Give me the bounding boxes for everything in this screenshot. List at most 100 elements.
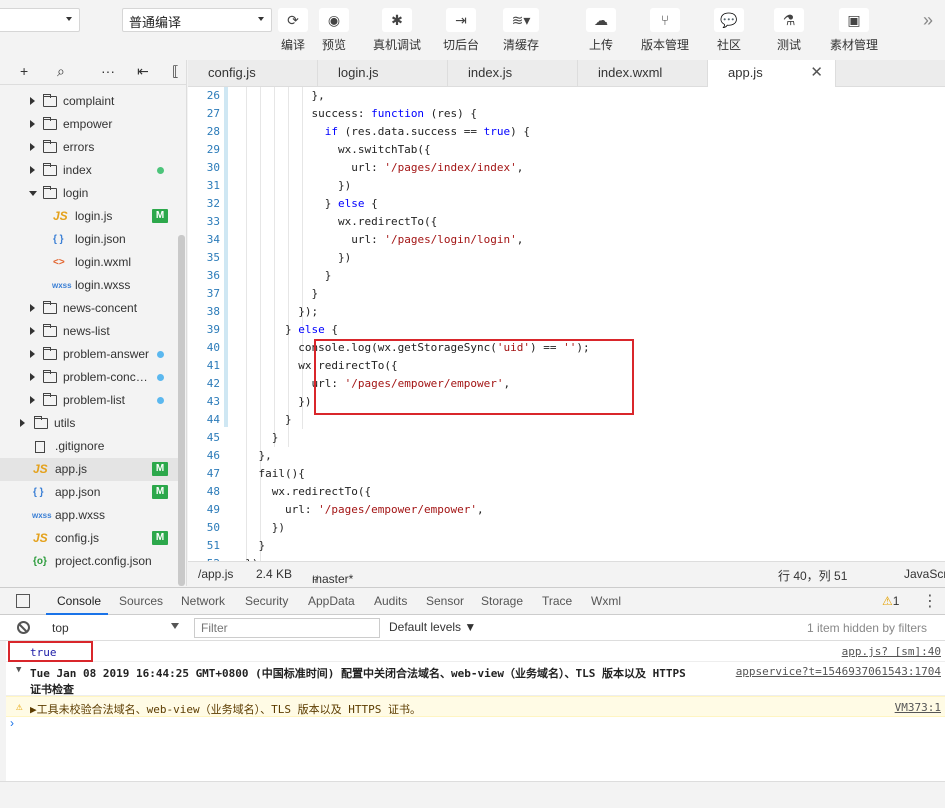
console-warning-line[interactable]: ⚠ ▶工具未校验合法域名、web-view（业务域名）、TLS 版本以及 HTT… [6,696,945,717]
tree-folder-problem-concent[interactable]: problem-conc… [0,366,178,389]
tab-label: app.js [728,65,763,80]
context-select[interactable]: top [52,621,69,635]
tree-item-label: problem-conc… [63,370,148,384]
tree-folder-problem-answer[interactable]: problem-answer [0,343,178,366]
tree-item-label: app.wxss [55,508,106,522]
tab-storage[interactable]: Storage [481,594,523,608]
tab-label: index.wxml [598,65,663,80]
modified-badge: M [152,462,168,476]
console-prompt[interactable]: › [10,716,14,730]
clear-cache-button[interactable]: ≋▾ 清缓存 [491,6,551,54]
tree-folder-login[interactable]: login [0,182,178,205]
source-link[interactable]: VM373:1 [895,701,941,714]
collapse-all-icon[interactable]: ⇤ [137,63,149,80]
tree-folder-errors[interactable]: errors [0,136,178,159]
tab-app-js[interactable]: app.js ✕ [708,60,836,88]
tree-item-label: login.wxss [75,278,131,292]
tree-file-app-wxss[interactable]: wxss app.wxss [0,504,178,527]
tree-item-label: news-list [63,324,110,338]
expand-arrow-icon [30,304,35,312]
group-toggle-icon[interactable]: ▼ [16,665,21,675]
tab-sources[interactable]: Sources [119,594,163,608]
clear-console-icon[interactable] [17,621,30,634]
tree-folder-problem-list[interactable]: problem-list [0,389,178,412]
tab-index-js[interactable]: index.js [448,60,578,87]
expand-arrow-icon [30,143,35,151]
console-log-line: true app.js? [sm]:40 [6,641,945,662]
line-number: 39 [206,323,220,336]
console-filter-input[interactable] [194,618,380,638]
folder-icon [43,163,57,176]
tab-sensor[interactable]: Sensor [426,594,464,608]
tab-login-js[interactable]: login.js [318,60,448,87]
tab-trace[interactable]: Trace [542,594,572,608]
tree-file-config-js[interactable]: JS config.js M [0,527,178,550]
preview-button[interactable]: ◉ 预览 [304,6,364,54]
close-icon[interactable]: ✕ [810,60,823,86]
tab-console[interactable]: Console [57,594,101,608]
version-management-button[interactable]: ⑂ 版本管理 [635,6,695,54]
more-chevron-icon[interactable]: » [923,10,933,31]
tab-label: config.js [208,65,256,80]
tree-file-login-wxss[interactable]: wxss login.wxss [0,274,178,297]
add-file-icon[interactable]: + [20,63,28,79]
code-line: }) [232,251,352,264]
expand-arrow-icon [30,350,35,358]
tree-item-label: utils [54,416,76,430]
tab-security[interactable]: Security [245,594,288,608]
editor-tabs: config.js login.js index.js index.wxml a… [188,60,945,88]
source-link[interactable]: app.js? [sm]:40 [842,645,941,658]
cursor-position[interactable]: 行 40，列 51 [778,567,847,584]
tree-item-label: .gitignore [55,439,105,453]
tree-folder-index[interactable]: index [0,159,178,182]
test-button[interactable]: ⚗ 测试 [759,6,819,54]
layers-icon: ≋▾ [503,8,539,32]
tree-file-app-js[interactable]: JS app.js M [0,458,178,481]
tree-file-login-wxml[interactable]: <> login.wxml [0,251,178,274]
line-number: 41 [206,359,220,372]
tab-network[interactable]: Network [181,594,225,608]
upload-button[interactable]: ☁ 上传 [571,6,631,54]
tab-appdata[interactable]: AppData [308,594,355,608]
warning-counter[interactable]: ⚠1 [882,594,899,608]
log-levels-select[interactable]: Default levels ▼ [389,620,476,634]
more-icon[interactable]: ··· [101,63,115,79]
devtools-tabs: Console Sources Network Security AppData… [0,587,945,615]
tab-config-js[interactable]: config.js [188,60,318,87]
console-group-line[interactable]: ▼ Tue Jan 08 2019 16:44:25 GMT+0800 (中国标… [6,662,945,696]
language-mode[interactable]: JavaScript [904,567,945,581]
material-management-button[interactable]: ▣ 素材管理 [824,6,884,54]
file-tree-scrollbar[interactable] [178,235,185,586]
tree-folder-news-list[interactable]: news-list [0,320,178,343]
tree-folder-news-concent[interactable]: news-concent [0,297,178,320]
tree-folder-empower[interactable]: empower [0,113,178,136]
line-number: 51 [206,539,220,552]
compile-mode-select[interactable]: 普通编译 [122,8,272,32]
line-number: 29 [206,143,220,156]
tree-file-gitignore[interactable]: .gitignore [0,435,178,458]
mode-select[interactable] [0,8,80,32]
tab-audits[interactable]: Audits [374,594,407,608]
tree-file-app-json[interactable]: { } app.json M [0,481,178,504]
community-button[interactable]: 💬 社区 [699,6,759,54]
tree-folder-complaint[interactable]: complaint [0,90,178,113]
top-toolbar: 普通编译 ⟳ 编译 ◉ 预览 ✱ 真机调试 ⇥ 切后台 ≋▾ 清缓存 ☁ 上传 … [0,0,945,60]
indent-guide [288,87,289,447]
source-link[interactable]: appservice?t=1546937061543:1704 [736,665,941,678]
tree-file-login-json[interactable]: { } login.json [0,228,178,251]
tab-index-wxml[interactable]: index.wxml [578,60,708,87]
switch-background-button[interactable]: ⇥ 切后台 [431,6,491,54]
search-icon[interactable]: ⌕ [57,63,65,80]
tree-file-project-config-json[interactable]: {o} project.config.json [0,550,178,573]
tree-folder-utils[interactable]: utils [0,412,178,435]
tab-wxml[interactable]: Wxml [591,594,621,608]
tree-file-login-js[interactable]: JS login.js M [0,205,178,228]
split-view-icon[interactable]: ⟦ [172,63,179,80]
inspect-element-icon[interactable] [16,594,30,608]
file-icon [35,441,45,453]
code-line: } [232,539,266,552]
upload-label: 上传 [588,38,613,52]
remote-debug-button[interactable]: ✱ 真机调试 [367,6,427,54]
code-editor[interactable]: 26 }, 27 success: function (res) {28 if (… [188,87,945,561]
kebab-menu-icon[interactable]: ⋮ [922,591,938,611]
